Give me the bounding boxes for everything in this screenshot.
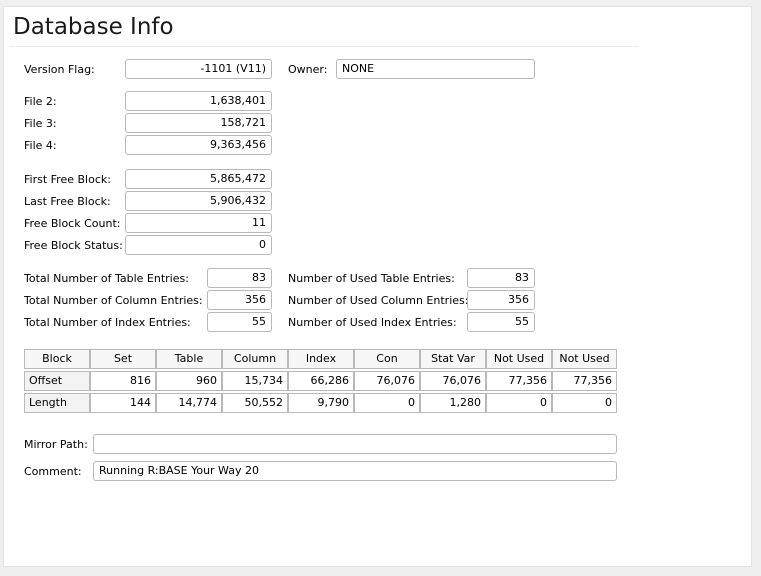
free-block-count-field[interactable]: 11 <box>125 213 272 233</box>
used-index-entries-field[interactable]: 55 <box>467 312 535 332</box>
table-header-set: Set <box>90 349 156 369</box>
file-2-field[interactable]: 1,638,401 <box>125 91 272 111</box>
length-column-cell[interactable]: 50,552 <box>222 393 288 413</box>
title-divider <box>9 46 639 47</box>
length-stat-var-cell[interactable]: 1,280 <box>420 393 486 413</box>
offset-con-cell[interactable]: 76,076 <box>354 371 420 391</box>
used-column-entries-label: Number of Used Column Entries: <box>288 294 469 307</box>
table-row-length-label: Length <box>24 393 90 413</box>
used-table-entries-field[interactable]: 83 <box>467 268 535 288</box>
file-4-label: File 4: <box>24 139 57 152</box>
file-3-label: File 3: <box>24 117 57 130</box>
offset-not-used-2-cell[interactable]: 77,356 <box>552 371 617 391</box>
owner-field[interactable]: NONE <box>336 59 535 79</box>
comment-field[interactable]: Running R:BASE Your Way 20 <box>93 461 617 481</box>
table-header-con: Con <box>354 349 420 369</box>
first-free-block-label: First Free Block: <box>24 173 111 186</box>
comment-label: Comment: <box>24 465 82 478</box>
offset-stat-var-cell[interactable]: 76,076 <box>420 371 486 391</box>
table-header-not-used-2: Not Used <box>552 349 617 369</box>
length-not-used-1-cell[interactable]: 0 <box>486 393 552 413</box>
page-title: Database Info <box>13 14 174 40</box>
length-table-cell[interactable]: 14,774 <box>156 393 222 413</box>
version-flag-field[interactable]: -1101 (V11) <box>125 59 272 79</box>
offset-index-cell[interactable]: 66,286 <box>288 371 354 391</box>
mirror-path-field[interactable] <box>93 434 617 454</box>
length-con-cell[interactable]: 0 <box>354 393 420 413</box>
offset-column-cell[interactable]: 15,734 <box>222 371 288 391</box>
total-column-entries-field[interactable]: 356 <box>207 290 272 310</box>
length-index-cell[interactable]: 9,790 <box>288 393 354 413</box>
offset-not-used-1-cell[interactable]: 77,356 <box>486 371 552 391</box>
file-2-label: File 2: <box>24 95 57 108</box>
free-block-status-label: Free Block Status: <box>24 239 123 252</box>
total-table-entries-field[interactable]: 83 <box>207 268 272 288</box>
file-3-field[interactable]: 158,721 <box>125 113 272 133</box>
file-4-field[interactable]: 9,363,456 <box>125 135 272 155</box>
mirror-path-label: Mirror Path: <box>24 438 88 451</box>
database-info-panel <box>3 6 752 567</box>
table-header-not-used-1: Not Used <box>486 349 552 369</box>
total-table-entries-label: Total Number of Table Entries: <box>24 272 189 285</box>
version-flag-label: Version Flag: <box>24 63 95 76</box>
offset-table-cell[interactable]: 960 <box>156 371 222 391</box>
table-row-offset-label: Offset <box>24 371 90 391</box>
total-index-entries-field[interactable]: 55 <box>207 312 272 332</box>
table-header-block: Block <box>24 349 90 369</box>
length-not-used-2-cell[interactable]: 0 <box>552 393 617 413</box>
offset-set-cell[interactable]: 816 <box>90 371 156 391</box>
free-block-status-field[interactable]: 0 <box>125 235 272 255</box>
total-column-entries-label: Total Number of Column Entries: <box>24 294 203 307</box>
used-column-entries-field[interactable]: 356 <box>467 290 535 310</box>
owner-label: Owner: <box>288 63 328 76</box>
length-set-cell[interactable]: 144 <box>90 393 156 413</box>
first-free-block-field[interactable]: 5,865,472 <box>125 169 272 189</box>
table-header-stat-var: Stat Var <box>420 349 486 369</box>
used-index-entries-label: Number of Used Index Entries: <box>288 316 457 329</box>
used-table-entries-label: Number of Used Table Entries: <box>288 272 455 285</box>
table-header-index: Index <box>288 349 354 369</box>
last-free-block-label: Last Free Block: <box>24 195 111 208</box>
last-free-block-field[interactable]: 5,906,432 <box>125 191 272 211</box>
table-header-column: Column <box>222 349 288 369</box>
free-block-count-label: Free Block Count: <box>24 217 121 230</box>
total-index-entries-label: Total Number of Index Entries: <box>24 316 191 329</box>
table-header-table: Table <box>156 349 222 369</box>
